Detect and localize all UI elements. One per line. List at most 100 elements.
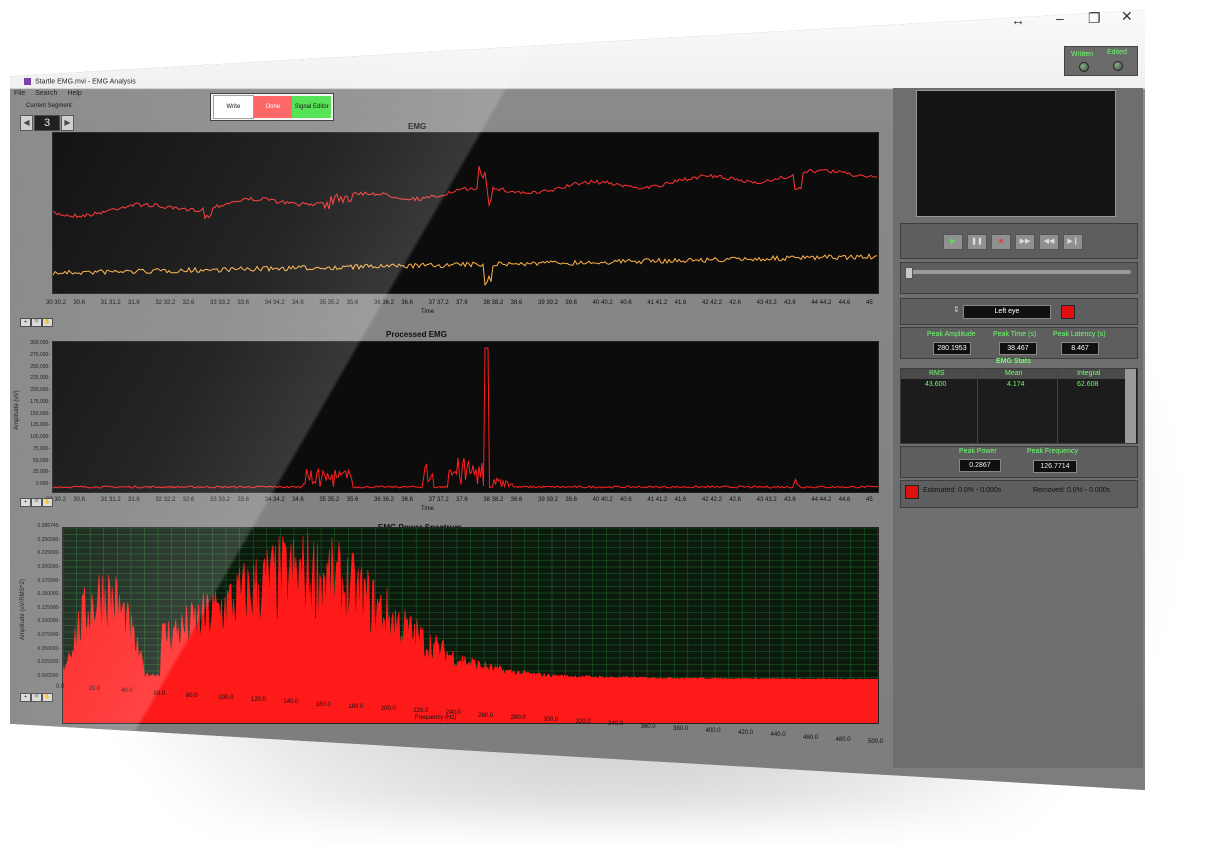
fast-forward-icon[interactable]: ▶▶ xyxy=(1015,234,1035,250)
y-tick-label: 0.175000- xyxy=(37,577,60,584)
x-tick-label: 43.6 xyxy=(784,300,796,306)
stats-header-rms: RMS xyxy=(929,370,945,377)
y-tick-label: 0.000- xyxy=(35,481,50,487)
emg-chart-title: EMG xyxy=(408,122,427,131)
x-tick-label: 40.0 xyxy=(120,688,133,695)
x-tick-label: 80.0 xyxy=(185,692,198,699)
close-button[interactable]: ✕ xyxy=(1121,8,1133,25)
action-toolbar: Write Done Signal Editor xyxy=(210,93,334,121)
stats-scrollbar[interactable] xyxy=(1125,369,1136,443)
peak-power-label: Peak Power xyxy=(959,448,997,455)
estimated-text: Estimated: 0.0% - 0.000s xyxy=(923,487,1002,494)
x-tick-label: 42.6 xyxy=(729,497,742,503)
eye-select[interactable]: Left eye xyxy=(963,305,1051,319)
processed-cursor-tool-icon[interactable]: ✋ xyxy=(42,498,53,507)
eye-color-swatch[interactable] xyxy=(1061,305,1075,319)
peak-frequency-label: Peak Frequency xyxy=(1027,448,1078,455)
stats-col-divider xyxy=(977,369,978,443)
x-tick-label: 300.0 xyxy=(543,717,559,723)
power-panel: Peak Power Peak Frequency 0.2867 126.771… xyxy=(900,446,1138,478)
edited-led xyxy=(1113,61,1123,71)
x-tick-label: 340.0 xyxy=(608,721,624,728)
processed-pan-tool-icon[interactable]: ⤧ xyxy=(31,498,42,507)
processed-x-title: Time xyxy=(421,506,435,512)
transport-panel: ▶ ❚❚ ■ ▶▶ ◀◀ ▶❙ xyxy=(900,223,1138,259)
menu-file[interactable]: File xyxy=(14,90,25,97)
x-tick-label: 35 35.2 xyxy=(319,300,340,306)
peak-frequency-value: 126.7714 xyxy=(1033,460,1077,473)
spectrum-plot[interactable] xyxy=(62,527,879,724)
x-tick-label: 120.0 xyxy=(250,697,266,704)
x-tick-label: 32.6 xyxy=(182,497,195,503)
x-tick-label: 380.0 xyxy=(673,725,689,732)
x-tick-label: 31 31.2 xyxy=(100,300,121,306)
stop-icon[interactable]: ■ xyxy=(991,234,1011,250)
menu-help[interactable]: Help xyxy=(67,90,81,97)
y-tick-label: 75,000- xyxy=(33,445,50,452)
spectrum-y-title: Amplitude (uV/RMS^2) xyxy=(20,579,26,640)
x-tick-label: 280.0 xyxy=(510,714,526,721)
eye-spinner-icon[interactable]: ⇕ xyxy=(953,305,960,314)
maximize-button[interactable]: ❐ xyxy=(1088,10,1101,27)
x-tick-label: 420.0 xyxy=(738,730,754,737)
resize-icon[interactable]: ↔ xyxy=(1011,12,1025,28)
x-tick-label: 30.6 xyxy=(73,497,86,503)
y-tick-label: 0.200000- xyxy=(37,563,60,570)
x-tick-label: 140.0 xyxy=(283,699,299,706)
x-tick-label: 42 42.2 xyxy=(702,300,723,306)
x-tick-label: 320.0 xyxy=(575,719,591,726)
processed-trace xyxy=(52,347,879,489)
spectrum-cursor-tool-icon[interactable]: ✋ xyxy=(42,693,53,702)
x-tick-label: 34 34.2 xyxy=(264,497,285,503)
segment-stepper[interactable]: ◀ 3 ▶ xyxy=(20,115,74,131)
menu-search[interactable]: Search xyxy=(35,90,57,97)
emg-stats-table[interactable]: RMS Mean Integral 43.600 4.174 62.608 xyxy=(900,368,1138,444)
processed-plot[interactable] xyxy=(52,341,879,493)
skip-end-icon[interactable]: ▶❙ xyxy=(1063,234,1083,250)
x-tick-label: 39.6 xyxy=(565,300,578,306)
emg-plot[interactable] xyxy=(52,132,879,294)
x-tick-label: 20.0 xyxy=(88,686,101,693)
y-tick-label: 275,000- xyxy=(30,351,50,358)
emg-pan-tool-icon[interactable]: ⤧ xyxy=(31,318,42,327)
x-tick-label: 40 40.2 xyxy=(592,300,613,306)
y-tick-label: 0.250000- xyxy=(37,536,60,543)
current-segment-label: Current Segment xyxy=(26,103,72,109)
x-tick-label: 33 33.2 xyxy=(210,300,231,306)
timeline-slider[interactable] xyxy=(905,270,1131,274)
processed-svg xyxy=(52,347,879,489)
estimated-color-swatch[interactable] xyxy=(905,485,919,499)
segment-next-button[interactable]: ▶ xyxy=(61,115,74,131)
x-tick-label: 36 36.2 xyxy=(374,300,395,306)
timeline-slider-thumb[interactable] xyxy=(905,267,913,279)
segment-value[interactable]: 3 xyxy=(34,115,60,131)
segment-prev-button[interactable]: ◀ xyxy=(20,115,33,131)
peak-amplitude-label: Peak Amplitude xyxy=(927,331,976,338)
x-tick-label: 40.6 xyxy=(620,300,632,306)
x-tick-label: 60.0 xyxy=(153,690,166,697)
done-button[interactable]: Done xyxy=(253,96,293,118)
x-tick-label: 38.6 xyxy=(510,300,523,306)
y-tick-label: 0.050000- xyxy=(37,645,60,652)
pause-icon[interactable]: ❚❚ xyxy=(967,234,987,250)
x-tick-label: 360.0 xyxy=(640,723,656,730)
status-led-panel: Written Edited xyxy=(1064,46,1138,76)
minimize-button[interactable]: – xyxy=(1056,10,1064,26)
spectrum-zoom-tool-icon[interactable]: + xyxy=(20,693,31,702)
y-tick-label: 50,000- xyxy=(33,457,50,464)
play-icon[interactable]: ▶ xyxy=(943,234,963,250)
emg-cursor-tool-icon[interactable]: ✋ xyxy=(42,318,53,327)
x-tick-label: 39 39.2 xyxy=(538,497,559,503)
processed-zoom-tool-icon[interactable]: + xyxy=(20,498,31,507)
x-tick-label: 40.6 xyxy=(620,497,632,503)
spectrum-pan-tool-icon[interactable]: ⤧ xyxy=(31,693,42,702)
x-tick-label: 44.6 xyxy=(838,300,851,306)
signal-editor-button[interactable]: Signal Editor xyxy=(292,96,332,118)
x-tick-label: 180.0 xyxy=(348,703,364,710)
peak-time-label: Peak Time (s) xyxy=(993,331,1037,338)
write-button[interactable]: Write xyxy=(213,95,254,119)
rewind-icon[interactable]: ◀◀ xyxy=(1039,234,1059,250)
emg-zoom-tool-icon[interactable]: + xyxy=(20,318,31,327)
emg-svg xyxy=(52,166,878,287)
x-tick-label: 500.0 xyxy=(868,739,884,745)
